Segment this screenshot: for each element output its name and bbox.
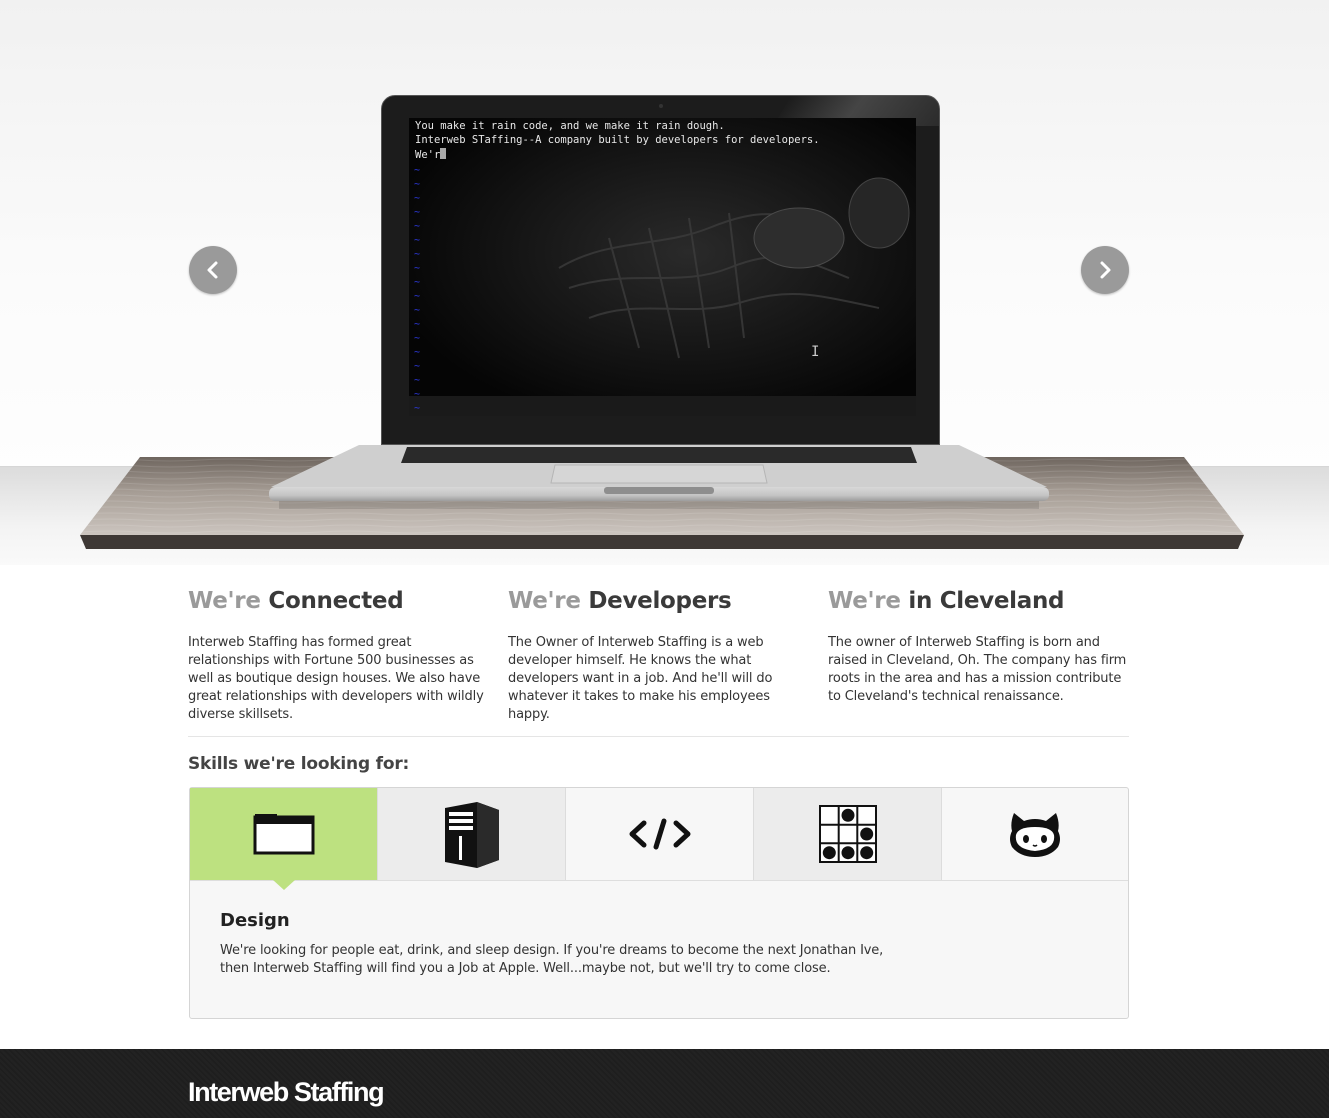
terminal-line-2: Interweb STaffing--A company built by de… [415, 134, 820, 146]
skill-panel-title: Design [220, 910, 290, 931]
feature-heading: We're in Cleveland [828, 588, 1065, 614]
feature-developers: We're Developers The Owner of Interweb S… [508, 585, 808, 724]
feature-heading: We're Developers [508, 588, 732, 614]
camera-dot [659, 104, 663, 108]
vim-empty-lines: ~ ~ ~ ~ ~ ~ ~ ~ ~ ~ ~ ~ ~ ~ ~ ~ ~ ~ [414, 165, 421, 414]
feature-text: The owner of Interweb Staffing is born a… [828, 635, 1127, 704]
active-tab-pointer [273, 880, 295, 890]
terminal-cursor [440, 148, 447, 159]
tab-hacker[interactable] [754, 788, 942, 880]
footer: Interweb Staffing [0, 1049, 1329, 1118]
terminal-screen: You make it rain code, and we make it ra… [409, 118, 916, 416]
feature-cleveland: We're in Cleveland The owner of Interweb… [828, 585, 1128, 706]
skills-tabs-panel: Design We're looking for people eat, dri… [189, 787, 1129, 1019]
hero-slider: You make it rain code, and we make it ra… [0, 0, 1329, 565]
skills-heading: Skills we're looking for: [188, 754, 410, 774]
footer-brand[interactable]: Interweb Staffing [188, 1077, 385, 1108]
github-octocat-icon [1010, 813, 1060, 857]
text-cursor-icon: I [811, 344, 820, 360]
feature-text: Interweb Staffing has formed great relat… [188, 635, 484, 722]
laptop-base [269, 445, 1049, 509]
slider-next-button[interactable] [1081, 246, 1129, 294]
screen-background-image [409, 118, 916, 416]
skill-panel-text: We're looking for people eat, drink, and… [220, 943, 884, 976]
terminal-line-3: We'r [415, 148, 447, 161]
terminal-line-1: You make it rain code, and we make it ra… [415, 120, 725, 132]
feature-text: The Owner of Interweb Staffing is a web … [508, 635, 773, 722]
section-divider [188, 736, 1129, 737]
browser-window-icon [253, 814, 314, 855]
code-tag-icon [629, 818, 690, 850]
chevron-left-icon [207, 261, 218, 279]
features-section: We're Connected Interweb Staffing has fo… [188, 585, 1129, 722]
tab-server[interactable] [378, 788, 566, 880]
chevron-right-icon [1100, 261, 1111, 279]
feature-connected: We're Connected Interweb Staffing has fo… [188, 585, 488, 724]
laptop-illustration: You make it rain code, and we make it ra… [381, 95, 940, 445]
tab-github[interactable] [942, 788, 1128, 880]
tab-code[interactable] [566, 788, 754, 880]
server-tower-icon [444, 802, 499, 868]
glider-icon [818, 805, 877, 863]
slider-prev-button[interactable] [189, 246, 237, 294]
feature-heading: We're Connected [188, 588, 404, 614]
skills-tab-bar [190, 788, 1128, 890]
tab-design[interactable] [190, 788, 378, 880]
